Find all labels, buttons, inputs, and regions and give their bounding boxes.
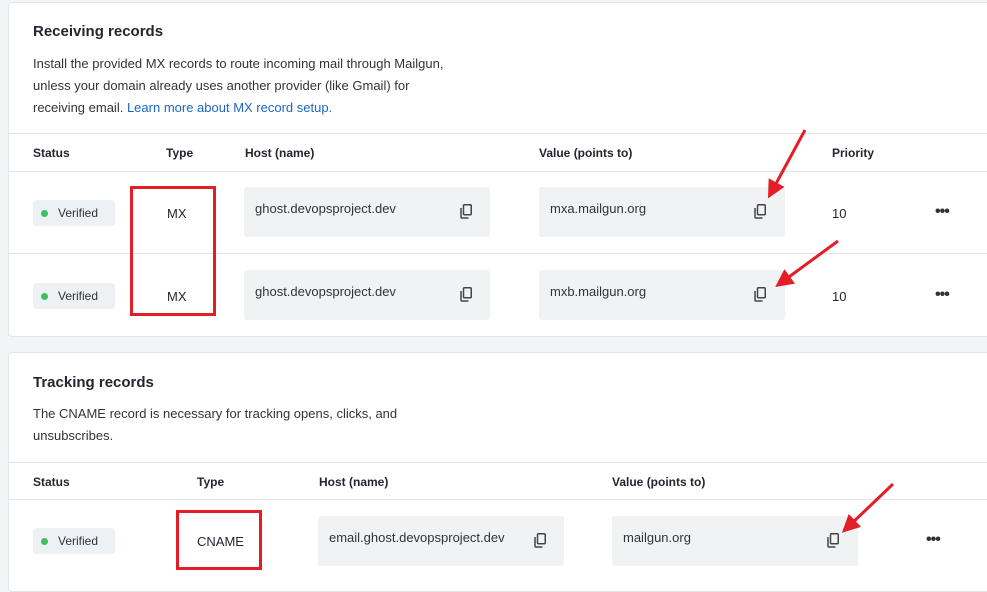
receiving-records-title: Receiving records [33, 23, 164, 40]
status-badge: Verified [33, 528, 115, 554]
col-header-priority: Priority [832, 146, 875, 160]
host-value: ghost.devopsproject.dev [255, 284, 396, 299]
divider [9, 499, 987, 500]
col-header-value: Value (points to) [612, 475, 706, 489]
receiving-records-description: Install the provided MX records to route… [33, 53, 503, 119]
copy-icon[interactable] [754, 287, 766, 302]
col-header-value: Value (points to) [539, 146, 633, 160]
tracking-records-title: Tracking records [33, 374, 154, 391]
host-value: email.ghost.devopsproject.dev [329, 530, 505, 545]
divider [9, 133, 987, 134]
mx-learn-more-link[interactable]: Learn more about MX record setup. [127, 100, 332, 115]
copy-icon[interactable] [460, 287, 472, 302]
more-horizontal-icon[interactable]: ••• [926, 531, 941, 549]
copy-icon[interactable] [460, 204, 472, 219]
desc-line-2: unless your domain already uses another … [33, 78, 410, 93]
host-field: ghost.devopsproject.dev [244, 270, 490, 320]
value-field: mailgun.org [612, 516, 858, 566]
col-header-host: Host (name) [245, 146, 315, 160]
desc-line-2: unsubscribes. [33, 428, 114, 443]
value-text: mailgun.org [623, 530, 691, 545]
host-value: ghost.devopsproject.dev [255, 201, 396, 216]
copy-icon[interactable] [827, 533, 839, 548]
annotation-box-mx [130, 186, 216, 316]
divider [9, 462, 987, 463]
status-text: Verified [58, 534, 99, 548]
status-text: Verified [58, 289, 99, 303]
desc-line-3: receiving email. Learn more about MX rec… [33, 97, 503, 119]
desc-line-1: Install the provided MX records to route… [33, 56, 444, 71]
priority-value: 10 [832, 289, 847, 304]
desc-line-1: The CNAME record is necessary for tracki… [33, 406, 398, 421]
tracking-records-card: Tracking records The CNAME record is nec… [8, 352, 987, 592]
status-text: Verified [58, 206, 99, 220]
more-horizontal-icon[interactable]: ••• [935, 203, 950, 221]
annotation-box-cname [176, 510, 262, 570]
status-dot-icon [41, 537, 48, 545]
status-badge: Verified [33, 283, 115, 309]
tracking-records-description: The CNAME record is necessary for tracki… [33, 403, 503, 447]
host-field: email.ghost.devopsproject.dev [318, 516, 564, 566]
desc-line-3-text: receiving email. [33, 100, 124, 115]
status-dot-icon [41, 209, 48, 217]
col-header-status: Status [33, 146, 70, 160]
priority-value: 10 [832, 206, 847, 221]
status-badge: Verified [33, 200, 115, 226]
divider [9, 171, 987, 172]
status-dot-icon [41, 292, 48, 300]
value-field: mxa.mailgun.org [539, 187, 785, 237]
value-field: mxb.mailgun.org [539, 270, 785, 320]
more-horizontal-icon[interactable]: ••• [935, 286, 950, 304]
host-field: ghost.devopsproject.dev [244, 187, 490, 237]
col-header-type: Type [166, 146, 194, 160]
col-header-status: Status [33, 475, 70, 489]
copy-icon[interactable] [534, 533, 546, 548]
value-text: mxa.mailgun.org [550, 201, 647, 216]
col-header-type: Type [197, 475, 225, 489]
copy-icon[interactable] [754, 204, 766, 219]
col-header-host: Host (name) [319, 475, 389, 489]
value-text: mxb.mailgun.org [550, 284, 647, 299]
